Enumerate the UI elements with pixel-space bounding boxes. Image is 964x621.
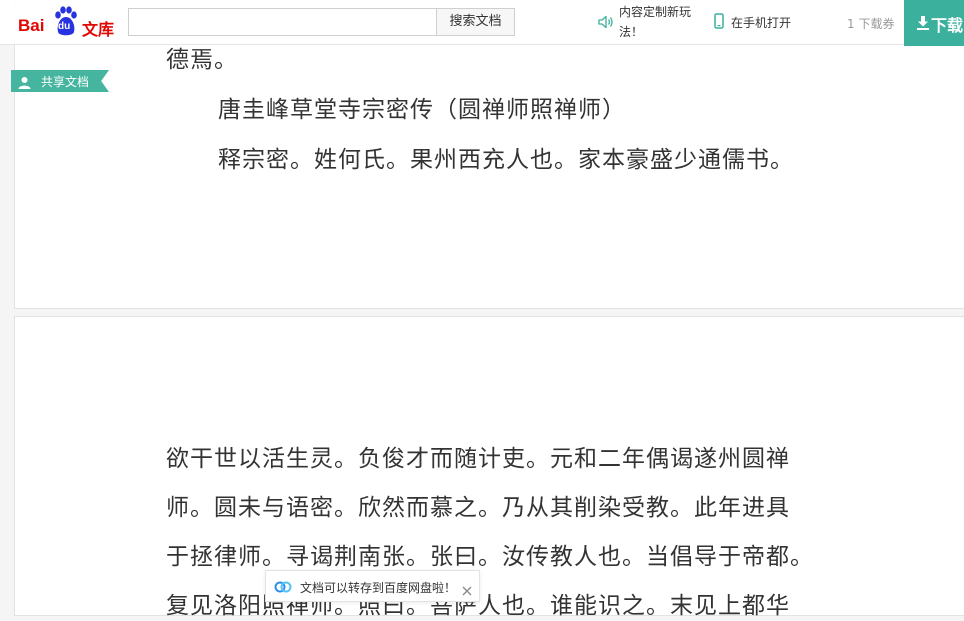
document-text-line: 于拯律师。寻谒荆南张。张曰。汝传教人也。当倡导于帝都。 (166, 544, 814, 570)
netdisk-save-toast: 文档可以转存到百度网盘啦！ (265, 570, 480, 602)
document-page-1: 德焉。 唐圭峰草堂寺宗密传（圆禅师照禅师） 释宗密。姓何氏。果州西充人也。家本豪… (14, 0, 964, 309)
speaker-icon (598, 14, 614, 33)
content-customization-link[interactable]: 内容定制新玩法！ (598, 2, 698, 40)
logo-text-bai: Bai (18, 16, 45, 35)
document-text-line: 唐圭峰草堂寺宗密传（圆禅师照禅师） (218, 97, 626, 123)
mobile-phone-icon (714, 13, 724, 33)
document-text-line: 德焉。 (166, 47, 238, 73)
download-button-label: 下载 (931, 16, 964, 35)
close-icon[interactable] (462, 581, 472, 600)
search-documents-button[interactable]: 搜索文档 (436, 8, 515, 36)
top-toolbar: Bai du 文库 搜索文档 内容定制新玩法！ 在手机打开 1 下载券 下载 (0, 0, 964, 46)
toast-message: 文档可以转存到百度网盘啦！ (300, 581, 457, 595)
open-on-mobile-label: 在手机打开 (731, 16, 792, 30)
document-text-line: 释宗密。姓何氏。果州西充人也。家本豪盛少通儒书。 (218, 147, 794, 173)
download-coupon-count: 1 下载券 (847, 17, 895, 31)
document-page-2: 欲干世以活生灵。负俊才而随计吏。元和二年偶谒遂州圆禅 师。圆未与语密。欣然而慕之… (14, 316, 964, 619)
baidu-netdisk-icon (274, 579, 292, 598)
content-customization-label: 内容定制新玩法！ (619, 5, 692, 39)
logo-text-wenku: 文库 (82, 20, 115, 39)
document-text-line: 师。圆未与语密。欣然而慕之。乃从其削染受教。此年进具 (166, 495, 790, 521)
logo-text-du: du (58, 21, 71, 32)
download-icon (916, 15, 930, 34)
user-icon (18, 74, 31, 92)
search-input[interactable] (128, 8, 437, 36)
shared-document-tag: 共享文档 (11, 70, 109, 92)
baidu-paw-icon: du (53, 6, 79, 36)
baidu-wenku-logo[interactable]: Bai du 文库 (18, 4, 118, 40)
shared-document-label: 共享文档 (41, 75, 90, 89)
download-button[interactable]: 下载 (904, 0, 964, 46)
document-text-line: 欲干世以活生灵。负俊才而随计吏。元和二年偶谒遂州圆禅 (166, 446, 790, 472)
